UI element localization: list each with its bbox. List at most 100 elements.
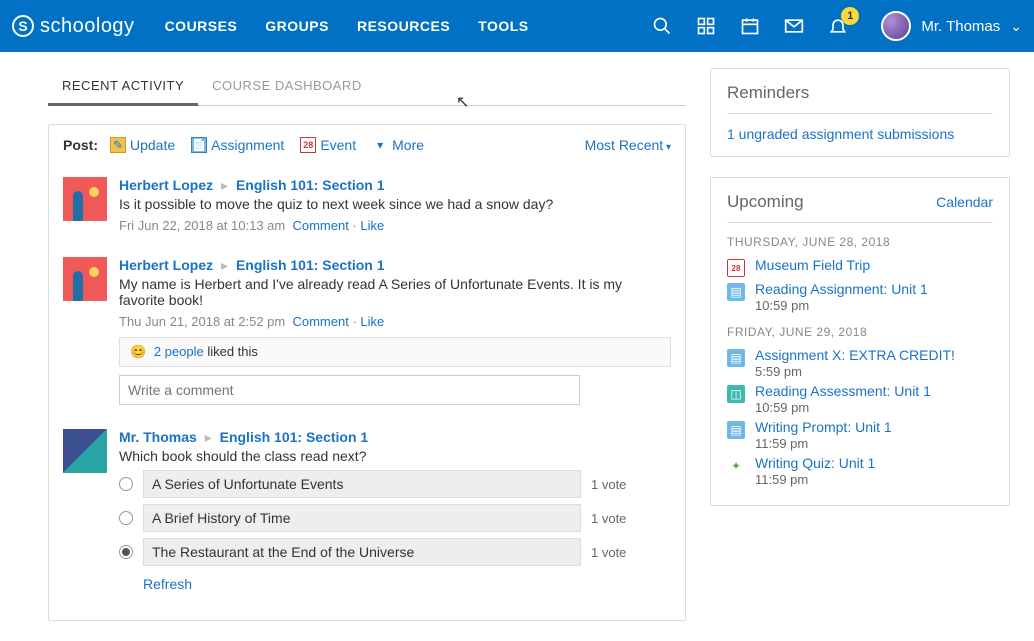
feed-tabs: RECENT ACTIVITY COURSE DASHBOARD: [48, 68, 686, 106]
poll-option: A Brief History of Time 1 vote: [119, 504, 671, 532]
apps-icon[interactable]: [695, 15, 717, 37]
poll-radio[interactable]: [119, 545, 133, 559]
nav-groups[interactable]: GROUPS: [265, 18, 329, 34]
post-text: My name is Herbert and I've already read…: [119, 276, 671, 308]
upcoming-item: 28 Museum Field Trip: [727, 257, 993, 277]
comment-input[interactable]: [119, 375, 580, 405]
post-course[interactable]: English 101: Section 1: [220, 429, 369, 445]
post-event-label: Event: [320, 137, 356, 153]
post-update-label: Update: [130, 137, 175, 153]
poll-votes: 1 vote: [591, 511, 626, 526]
assignment-small-icon: ▤: [727, 421, 745, 439]
poll-option-label[interactable]: A Brief History of Time: [143, 504, 581, 532]
post-more-label: More: [392, 137, 424, 153]
logo-icon: S: [12, 15, 34, 37]
post-author[interactable]: Mr. Thomas: [119, 429, 197, 445]
avatar: [63, 177, 107, 221]
quiz-small-icon: ✦: [727, 457, 745, 475]
chevron-right-icon: ▸: [221, 257, 228, 273]
user-name: Mr. Thomas: [921, 18, 1000, 35]
feed-post: Herbert Lopez ▸ English 101: Section 1 I…: [63, 169, 671, 249]
post-event-button[interactable]: 28 Event: [300, 137, 356, 153]
upcoming-item: ✦ Writing Quiz: Unit 1 11:59 pm: [727, 455, 993, 487]
like-link[interactable]: Like: [360, 314, 384, 329]
poll-option: The Restaurant at the End of the Univers…: [119, 538, 671, 566]
sort-dropdown[interactable]: Most Recent: [585, 137, 671, 153]
topbar: S schoology COURSES GROUPS RESOURCES TOO…: [0, 0, 1034, 52]
upcoming-item: ▤ Writing Prompt: Unit 1 11:59 pm: [727, 419, 993, 451]
poll-option-label[interactable]: A Series of Unfortunate Events: [143, 470, 581, 498]
logo[interactable]: S schoology: [12, 15, 135, 38]
poll: A Series of Unfortunate Events 1 vote A …: [119, 470, 671, 592]
assessment-small-icon: ◫: [727, 385, 745, 403]
upcoming-item-title[interactable]: Museum Field Trip: [755, 257, 993, 273]
reminders-link[interactable]: 1 ungraded assignment submissions: [727, 126, 954, 142]
poll-radio[interactable]: [119, 477, 133, 491]
reminders-title: Reminders: [727, 83, 993, 114]
like-link[interactable]: Like: [360, 218, 384, 233]
tab-recent-activity[interactable]: RECENT ACTIVITY: [48, 68, 198, 106]
post-author[interactable]: Herbert Lopez: [119, 257, 213, 273]
post-meta: Thu Jun 21, 2018 at 2:52 pm Comment · Li…: [119, 314, 671, 329]
avatar: [63, 257, 107, 301]
post-text: Which book should the class read next?: [119, 448, 671, 464]
assignment-icon: 📄: [191, 137, 207, 153]
upcoming-panel: Upcoming Calendar THURSDAY, JUNE 28, 201…: [710, 177, 1010, 506]
upcoming-item-title[interactable]: Reading Assignment: Unit 1: [755, 281, 993, 297]
comment-link[interactable]: Comment: [292, 314, 348, 329]
tab-course-dashboard[interactable]: COURSE DASHBOARD: [198, 68, 376, 105]
mail-icon[interactable]: [783, 15, 805, 37]
upcoming-item-title[interactable]: Reading Assessment: Unit 1: [755, 383, 993, 399]
upcoming-item-time: 11:59 pm: [755, 436, 993, 451]
calendar-link[interactable]: Calendar: [936, 194, 993, 210]
post-course[interactable]: English 101: Section 1: [236, 177, 385, 193]
poll-option: A Series of Unfortunate Events 1 vote: [119, 470, 671, 498]
nav-courses[interactable]: COURSES: [165, 18, 238, 34]
user-menu[interactable]: Mr. Thomas ⌄: [881, 11, 1022, 41]
post-update-button[interactable]: ✎ Update: [110, 137, 175, 153]
notifications-icon[interactable]: 1: [827, 15, 849, 37]
upcoming-item-title[interactable]: Writing Quiz: Unit 1: [755, 455, 993, 471]
poll-option-label[interactable]: The Restaurant at the End of the Univers…: [143, 538, 581, 566]
logo-text: schoology: [40, 15, 135, 38]
post-more-button[interactable]: ▾ More: [372, 137, 424, 153]
post-text: Is it possible to move the quiz to next …: [119, 196, 671, 212]
nav-resources[interactable]: RESOURCES: [357, 18, 450, 34]
event-icon: 28: [300, 137, 316, 153]
upcoming-item-time: 5:59 pm: [755, 364, 993, 379]
nav-tools[interactable]: TOOLS: [478, 18, 528, 34]
upcoming-item-time: 10:59 pm: [755, 400, 993, 415]
post-assignment-button[interactable]: 📄 Assignment: [191, 137, 284, 153]
chevron-right-icon: ▸: [205, 429, 212, 445]
upcoming-item: ▤ Reading Assignment: Unit 1 10:59 pm: [727, 281, 993, 313]
refresh-link[interactable]: Refresh: [143, 576, 192, 592]
post-date: Fri Jun 22, 2018 at 10:13 am: [119, 218, 285, 233]
search-icon[interactable]: [651, 15, 673, 37]
upcoming-item-title[interactable]: Assignment X: EXTRA CREDIT!: [755, 347, 993, 363]
calendar-small-icon: 28: [727, 259, 745, 277]
comment-link[interactable]: Comment: [292, 218, 348, 233]
upcoming-item: ◫ Reading Assessment: Unit 1 10:59 pm: [727, 383, 993, 415]
avatar: [63, 429, 107, 473]
poll-votes: 1 vote: [591, 477, 626, 492]
avatar: [881, 11, 911, 41]
assignment-small-icon: ▤: [727, 283, 745, 301]
post-assignment-label: Assignment: [211, 137, 284, 153]
post-course[interactable]: English 101: Section 1: [236, 257, 385, 273]
poll-radio[interactable]: [119, 511, 133, 525]
calendar-icon[interactable]: [739, 15, 761, 37]
topbar-icons: 1 Mr. Thomas ⌄: [651, 11, 1022, 41]
update-icon: ✎: [110, 137, 126, 153]
poll-votes: 1 vote: [591, 545, 626, 560]
feed-post: Herbert Lopez ▸ English 101: Section 1 M…: [63, 249, 671, 421]
notifications-badge: 1: [841, 7, 859, 25]
main-nav: COURSES GROUPS RESOURCES TOOLS: [165, 18, 529, 34]
upcoming-item-title[interactable]: Writing Prompt: Unit 1: [755, 419, 993, 435]
likes-count[interactable]: 2 people: [154, 344, 204, 359]
post-author[interactable]: Herbert Lopez: [119, 177, 213, 193]
upcoming-day-header: FRIDAY, JUNE 29, 2018: [727, 325, 993, 339]
chevron-down-icon: ⌄: [1010, 18, 1022, 35]
smile-icon: 😊: [130, 344, 146, 359]
upcoming-title: Upcoming: [727, 192, 804, 212]
feed-header: Post: ✎ Update 📄 Assignment 28 Event ▾ M…: [63, 137, 671, 153]
